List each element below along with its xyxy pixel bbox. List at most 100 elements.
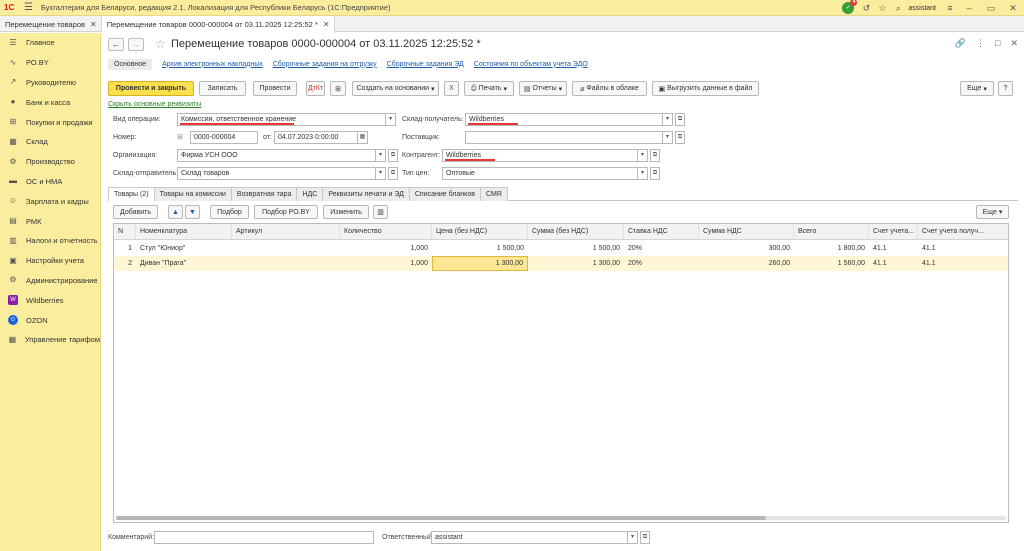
row-article[interactable] bbox=[232, 241, 340, 256]
responsible-field[interactable]: assistant bbox=[431, 531, 628, 544]
sidebar-item-assets[interactable]: ▬ ОС и НМА bbox=[0, 172, 100, 192]
minimize-button[interactable]: – bbox=[958, 3, 980, 13]
maximize-button[interactable]: ▭ bbox=[980, 3, 1002, 14]
price-type-dropdown[interactable]: ▾ bbox=[638, 167, 648, 180]
organization-open-icon[interactable]: ⧉ bbox=[388, 149, 398, 162]
row-vat-rate[interactable]: 20% bbox=[624, 241, 699, 256]
row-receiver-account[interactable]: 41.1 bbox=[918, 241, 1008, 256]
price-type-field[interactable]: Оптовые bbox=[442, 167, 638, 180]
supplier-dropdown[interactable]: ▾ bbox=[663, 131, 673, 144]
close-form-icon[interactable]: ✕ bbox=[1010, 38, 1018, 49]
nav-link-e-waybills[interactable]: Архив электронных накладных bbox=[162, 61, 263, 68]
main-menu-icon[interactable]: ☰ bbox=[24, 2, 33, 13]
row-total[interactable]: 1 800,00 bbox=[794, 241, 869, 256]
excel-icon[interactable]: X bbox=[444, 81, 459, 96]
column-header[interactable]: Артикул bbox=[232, 224, 340, 239]
sidebar-item-production[interactable]: ⚙ Производство bbox=[0, 152, 100, 172]
sidebar-item-rmk[interactable]: ▤ РМК bbox=[0, 211, 100, 231]
close-tab-icon[interactable]: ✕ bbox=[323, 20, 330, 29]
hide-details-link[interactable]: Скрыть основные реквизиты bbox=[108, 101, 201, 108]
more-options-icon[interactable]: ⋮ bbox=[976, 38, 985, 49]
sidebar-item-warehouse[interactable]: ▦ Склад bbox=[0, 132, 100, 152]
comment-field[interactable] bbox=[154, 531, 374, 544]
operation-type-dropdown[interactable]: ▾ bbox=[386, 113, 396, 126]
table-row[interactable]: 1 Стул "Юниор" 1,000 1 500,00 1 500,00 2… bbox=[114, 241, 1008, 256]
responsible-dropdown[interactable]: ▾ bbox=[628, 531, 638, 544]
row-receiver-account[interactable]: 41.1 bbox=[918, 256, 1008, 271]
sidebar-item-wildberries[interactable]: W Wildberries bbox=[0, 290, 100, 310]
row-quantity[interactable]: 1,000 bbox=[340, 241, 432, 256]
column-header[interactable]: Счет учета получ... bbox=[918, 224, 1008, 239]
column-header[interactable]: Сумма (без НДС) bbox=[528, 224, 624, 239]
notifications-icon[interactable]: ✓ 4 bbox=[842, 0, 858, 14]
sender-warehouse-dropdown[interactable]: ▾ bbox=[376, 167, 386, 180]
sidebar-item-taxes[interactable]: ▥ Налоги и отчетность bbox=[0, 231, 100, 251]
back-button[interactable]: ← bbox=[108, 38, 124, 51]
counterparty-open-icon[interactable]: ⧉ bbox=[650, 149, 660, 162]
open-tab-list[interactable]: Перемещение товаров ✕ bbox=[0, 16, 102, 32]
edit-button[interactable]: Изменить bbox=[323, 205, 369, 219]
date-field[interactable]: 04.07.2023 0:00:00 bbox=[274, 131, 358, 144]
organization-field[interactable]: Фирма УСН ООО bbox=[177, 149, 376, 162]
column-header[interactable]: Всего bbox=[794, 224, 869, 239]
row-account[interactable]: 41.1 bbox=[869, 241, 918, 256]
sidebar-item-bank[interactable]: ● Банк и касса bbox=[0, 92, 100, 112]
organization-dropdown[interactable]: ▾ bbox=[376, 149, 386, 162]
add-row-button[interactable]: Добавить bbox=[113, 205, 158, 219]
create-based-button[interactable]: Создать на основании ▾ bbox=[352, 81, 439, 96]
column-header[interactable]: Ставка НДС bbox=[624, 224, 699, 239]
nav-link-main[interactable]: Основное bbox=[108, 58, 153, 70]
forward-button[interactable]: → bbox=[128, 38, 144, 51]
sidebar-item-purchases-sales[interactable]: ⊞ Покупки и продажи bbox=[0, 112, 100, 132]
scrollbar-thumb[interactable] bbox=[116, 516, 766, 520]
responsible-open-icon[interactable]: ⧉ bbox=[640, 531, 650, 544]
row-quantity[interactable]: 1,000 bbox=[340, 256, 432, 271]
move-up-icon[interactable]: ▲ bbox=[168, 205, 183, 219]
sender-warehouse-open-icon[interactable]: ⧉ bbox=[388, 167, 398, 180]
tab-vat[interactable]: НДС bbox=[296, 187, 324, 201]
link-icon[interactable]: 🔗 bbox=[955, 38, 966, 49]
tab-returnable-packaging[interactable]: Возвратная тара bbox=[230, 187, 298, 201]
current-user[interactable]: assistant bbox=[908, 5, 936, 12]
column-header[interactable]: Счет учета... bbox=[869, 224, 918, 239]
pick-button[interactable]: Подбор bbox=[210, 205, 249, 219]
nav-link-ed-tasks[interactable]: Сборочные задания ЭД bbox=[387, 61, 464, 68]
row-account[interactable]: 41.1 bbox=[869, 256, 918, 271]
supplier-open-icon[interactable]: ⧉ bbox=[675, 131, 685, 144]
history-icon[interactable]: ↺ bbox=[858, 3, 874, 14]
sidebar-item-main[interactable]: ☰ Главное bbox=[0, 33, 100, 53]
receiver-warehouse-open-icon[interactable]: ⧉ bbox=[675, 113, 685, 126]
tab-print-details[interactable]: Реквизиты печати и ЭД bbox=[322, 187, 410, 201]
dt-kt-icon[interactable]: ДтКт bbox=[306, 81, 325, 96]
column-header[interactable]: Цена (без НДС) bbox=[432, 224, 528, 239]
print-button[interactable]: ⎙ Печать ▾ bbox=[464, 81, 514, 96]
column-header[interactable]: N bbox=[114, 224, 136, 239]
cloud-files-button[interactable]: ⌀ Файлы в облаке bbox=[572, 81, 647, 96]
close-tab-icon[interactable]: ✕ bbox=[90, 20, 97, 29]
sidebar-item-ozon[interactable]: O OZON bbox=[0, 310, 100, 330]
save-button[interactable]: Записать bbox=[199, 81, 246, 96]
search-icon[interactable]: ⌕ bbox=[890, 3, 906, 14]
sidebar-item-tariff[interactable]: ▦ Управление тарифом bbox=[0, 330, 100, 350]
sender-warehouse-field[interactable]: Склад товаров bbox=[177, 167, 376, 180]
move-down-icon[interactable]: ▼ bbox=[185, 205, 200, 219]
row-price-active-cell[interactable]: 1 300,00 bbox=[432, 256, 528, 271]
table-row-selected[interactable]: 2 Диван "Прага" 1,000 1 300,00 1 300,00 … bbox=[114, 256, 1008, 271]
tab-commission-goods[interactable]: Товары на комиссии bbox=[153, 187, 232, 201]
help-button[interactable]: ? bbox=[998, 81, 1013, 96]
reports-button[interactable]: ▤ Отчеты ▾ bbox=[519, 81, 567, 96]
more-actions-button[interactable]: Еще ▾ bbox=[960, 81, 994, 96]
column-header[interactable]: Номенклатура bbox=[136, 224, 232, 239]
close-window-button[interactable]: ✕ bbox=[1002, 3, 1024, 14]
column-header[interactable]: Сумма НДС bbox=[699, 224, 794, 239]
structure-icon[interactable]: ⊞ bbox=[330, 81, 346, 96]
export-file-button[interactable]: ▣ Выгрузить данные в файл bbox=[652, 81, 759, 96]
sidebar-item-administration[interactable]: ⚙ Администрирование bbox=[0, 271, 100, 291]
horizontal-scrollbar[interactable] bbox=[116, 516, 1006, 520]
sidebar-item-accounting-settings[interactable]: ▣ Настройки учета bbox=[0, 251, 100, 271]
row-vat-rate[interactable]: 20% bbox=[624, 256, 699, 271]
sidebar-item-manager[interactable]: ↗ Руководителю bbox=[0, 73, 100, 93]
supplier-field[interactable] bbox=[465, 131, 663, 144]
row-vat-amount[interactable]: 260,00 bbox=[699, 256, 794, 271]
nav-link-edo-states[interactable]: Состояния по объектам учета ЭДО bbox=[474, 61, 588, 68]
